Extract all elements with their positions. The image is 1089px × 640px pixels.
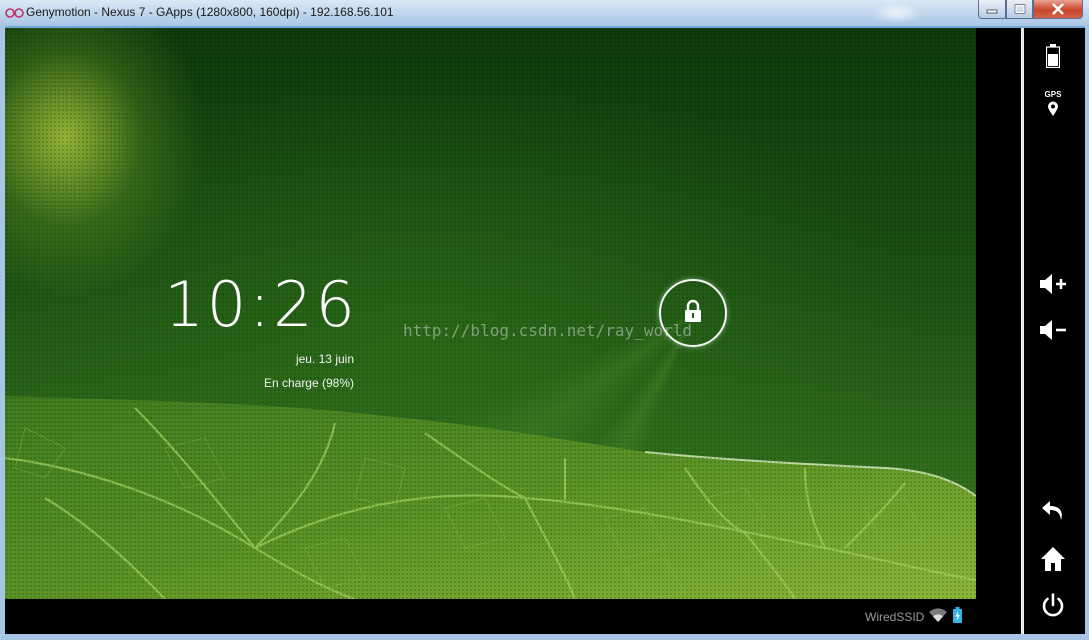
power-icon (1042, 593, 1064, 617)
maximize-icon (1014, 4, 1025, 14)
close-button[interactable] (1033, 0, 1083, 19)
volume-up-button[interactable] (1030, 270, 1076, 298)
home-button[interactable] (1030, 544, 1076, 574)
lock-icon (685, 299, 701, 322)
back-icon (1042, 501, 1062, 520)
window-frame-right (1085, 26, 1089, 640)
home-icon (1041, 547, 1065, 571)
volume-up-icon (1040, 274, 1066, 294)
unlock-handle[interactable] (659, 279, 727, 347)
minimize-icon (986, 9, 998, 14)
window-titlebar[interactable]: Genymotion - Nexus 7 - GApps (1280x800, … (0, 0, 1089, 26)
network-ssid: WiredSSID (865, 610, 925, 624)
battery-button[interactable] (1030, 42, 1076, 70)
power-button[interactable] (1030, 591, 1076, 621)
battery-charging-icon (953, 607, 962, 623)
system-bar: WiredSSID (5, 599, 976, 634)
device-screen[interactable]: 10:26 jeu. 13 juin En charge (98%) http:… (5, 28, 976, 599)
close-icon (1052, 3, 1064, 15)
wifi-icon (929, 608, 947, 622)
window-title: Genymotion - Nexus 7 - GApps (1280x800, … (26, 5, 394, 19)
battery-icon (1046, 44, 1060, 68)
gps-label: GPS (1044, 90, 1062, 99)
volume-down-icon (1040, 320, 1066, 340)
watermark-text: http://blog.csdn.net/ray_world (403, 321, 692, 340)
charging-status: En charge (98%) (263, 376, 354, 390)
lockscreen-clock: 10:26 (164, 268, 358, 341)
genymotion-logo-icon (5, 8, 24, 18)
titlebar-glow (872, 2, 922, 24)
window-frame-bottom (0, 634, 1089, 640)
volume-down-button[interactable] (1030, 316, 1076, 344)
gps-icon (1048, 101, 1058, 116)
back-button[interactable] (1030, 496, 1076, 528)
gps-button[interactable]: GPS (1030, 88, 1076, 120)
minimize-button[interactable] (978, 0, 1006, 19)
lockscreen-date: jeu. 13 juin (295, 352, 354, 366)
screen-right-margin (976, 28, 1021, 634)
maximize-button[interactable] (1006, 0, 1033, 19)
